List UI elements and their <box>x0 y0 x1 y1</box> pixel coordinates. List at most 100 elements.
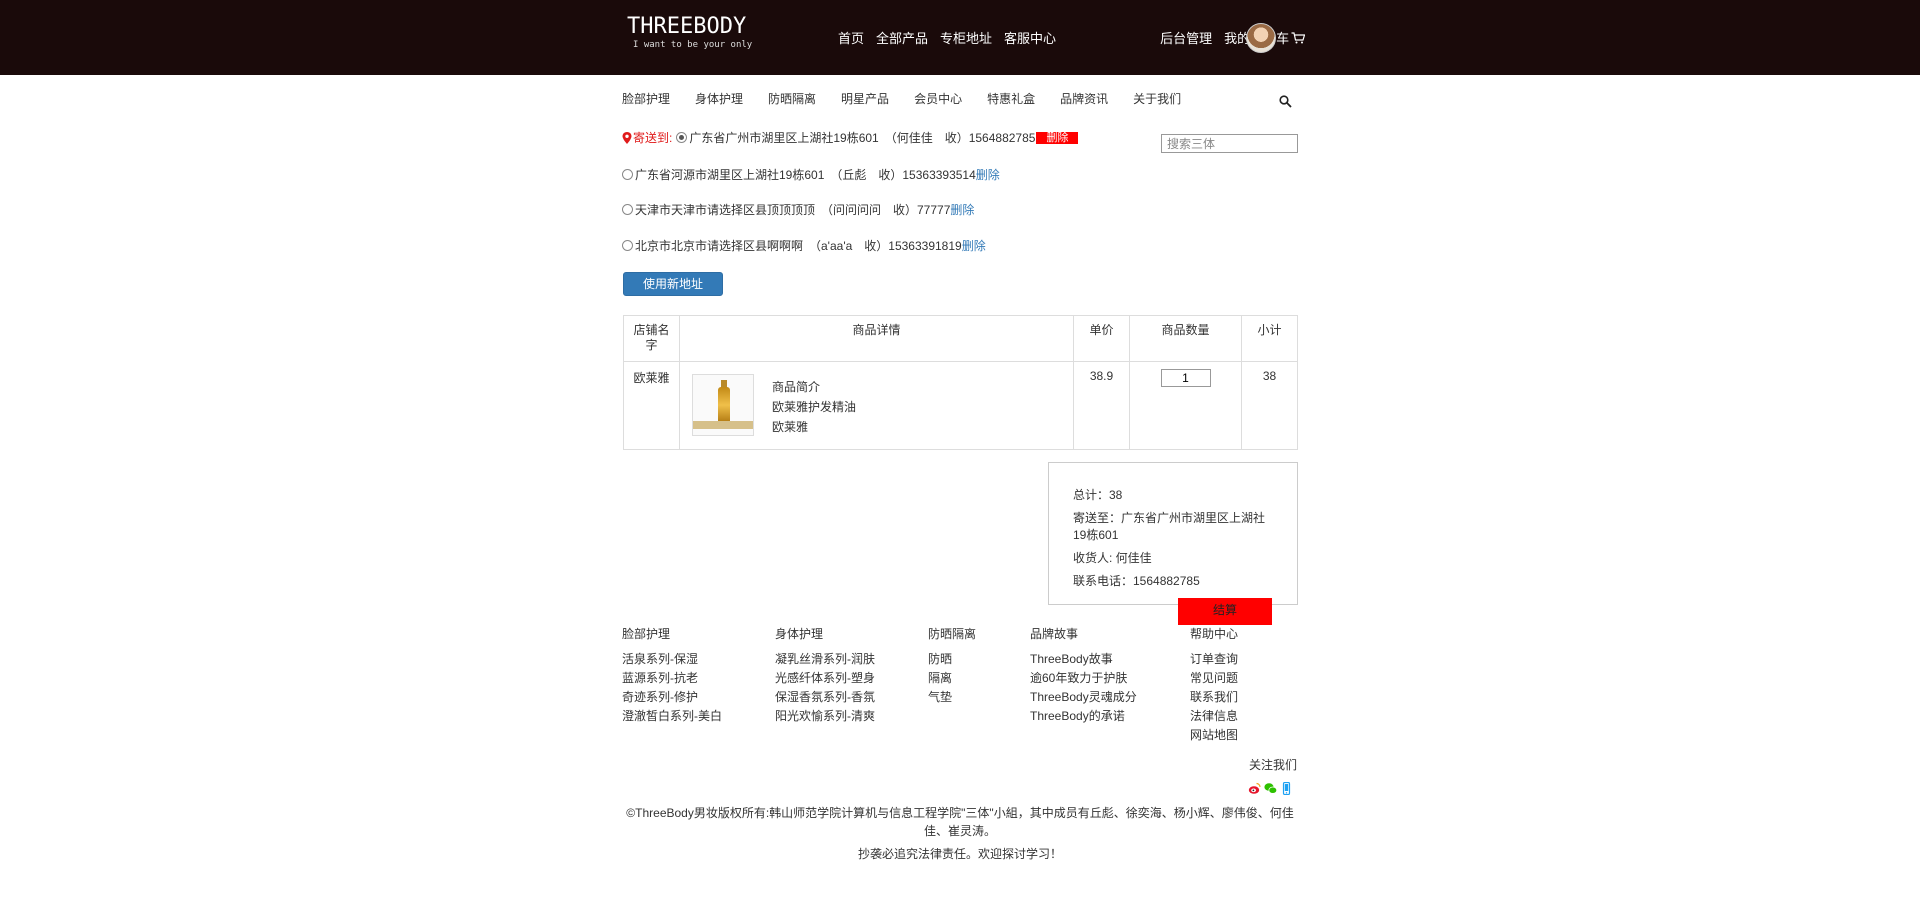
cat-star-products[interactable]: 明星产品 <box>841 90 889 107</box>
footer-link[interactable]: 隔离 <box>928 669 976 688</box>
product-details: 商品简介 欧莱雅护发精油 欧莱雅 <box>679 361 1074 450</box>
footer-column-title: 品牌故事 <box>1030 627 1079 641</box>
footer-column-title: 身体护理 <box>775 627 824 641</box>
footer-link[interactable]: 逾60年致力于护肤 <box>1030 669 1137 688</box>
checkout-button[interactable]: 结算 <box>1178 598 1272 625</box>
wechat-icon[interactable] <box>1264 782 1277 795</box>
mobile-icon[interactable] <box>1280 782 1293 795</box>
footer-link[interactable]: 法律信息 <box>1190 707 1238 726</box>
footer-link[interactable]: ThreeBody故事 <box>1030 650 1137 669</box>
footer-link[interactable]: 防晒 <box>928 650 976 669</box>
top-header: THREEBODY I want to be your only 首页 全部产品… <box>0 0 1920 75</box>
quantity-input[interactable] <box>1160 369 1211 387</box>
col-details: 商品详情 <box>679 315 1074 362</box>
product-intro: 商品简介 <box>772 380 821 394</box>
footer-link[interactable]: 网站地图 <box>1190 726 1238 745</box>
footer-column: 身体护理 凝乳丝滑系列-润肤 光感纤体系列-塑身 保湿香氛系列-香氛 阳光欢愉系… <box>775 625 875 726</box>
subtotal: 38 <box>1241 361 1298 450</box>
product-text: 商品简介 欧莱雅护发精油 欧莱雅 <box>772 377 856 437</box>
product-name[interactable]: 欧莱雅护发精油 <box>772 397 856 417</box>
address-radio[interactable] <box>622 169 633 180</box>
footer-link[interactable]: 奇迹系列-修护 <box>622 688 722 707</box>
footer-column-title: 防晒隔离 <box>928 627 977 641</box>
cat-about-us[interactable]: 关于我们 <box>1133 90 1181 107</box>
footer-link[interactable]: 光感纤体系列-塑身 <box>775 669 875 688</box>
social-icons <box>1248 782 1296 795</box>
cart-icon <box>1291 31 1306 43</box>
col-price: 单价 <box>1073 315 1130 362</box>
category-nav: 脸部护理 身体护理 防晒隔离 明星产品 会员中心 特惠礼盒 品牌资讯 关于我们 <box>622 90 1206 107</box>
cat-brand-news[interactable]: 品牌资讯 <box>1060 90 1108 107</box>
footer-link[interactable]: 联系我们 <box>1190 688 1238 707</box>
nav-all-products[interactable]: 全部产品 <box>876 28 928 47</box>
ship-to-label: 寄送到: <box>622 129 672 146</box>
nav-store-address[interactable]: 专柜地址 <box>940 28 992 47</box>
logo-slogan: I want to be your only <box>633 40 753 50</box>
use-new-address-button[interactable]: 使用新地址 <box>623 272 723 296</box>
logo[interactable]: THREEBODY I want to be your only <box>627 15 752 51</box>
address-row[interactable]: 广东省河源市湖里区上湖社19栋601 （丘彪 收）15363393514 删除 <box>622 166 1000 183</box>
copyright-text: ©ThreeBody男妆版权所有:韩山师范学院计算机与信息工程学院"三体"小組，… <box>626 806 1294 838</box>
footer-link[interactable]: 澄澈皙白系列-美白 <box>622 707 722 726</box>
avatar[interactable] <box>1246 23 1276 53</box>
col-quantity: 商品数量 <box>1129 315 1242 362</box>
cat-face-care[interactable]: 脸部护理 <box>622 90 670 107</box>
weibo-icon[interactable] <box>1248 782 1261 795</box>
address-radio[interactable] <box>622 204 633 215</box>
delete-address-link[interactable]: 删除 <box>950 201 974 218</box>
ship-to-text: 寄送到: <box>633 131 673 145</box>
col-subtotal: 小计 <box>1241 315 1298 362</box>
footer-link[interactable]: 蓝源系列-抗老 <box>622 669 722 688</box>
address-text: 北京市北京市请选择区县啊啊啊 （a'aa'a 收）15363391819 <box>635 239 962 253</box>
footer-column-title: 脸部护理 <box>622 627 671 641</box>
nav-spacer <box>1068 28 1148 47</box>
order-summary: 总计：38 寄送至：广东省广州市湖里区上湖社19栋601 收货人: 何佳佳 联系… <box>1048 462 1298 605</box>
search-icon[interactable] <box>1279 95 1292 108</box>
shop-name: 欧莱雅 <box>623 361 680 450</box>
cat-member-center[interactable]: 会员中心 <box>914 90 962 107</box>
address-row[interactable]: 北京市北京市请选择区县啊啊啊 （a'aa'a 收）15363391819 删除 <box>622 237 986 254</box>
address-row[interactable]: 天津市天津市请选择区县顶顶顶顶 （问问问问 收）77777 删除 <box>622 201 974 218</box>
footer-link[interactable]: ThreeBody灵魂成分 <box>1030 688 1137 707</box>
legal-notice: 抄袭必追究法律责任。欢迎探讨学习！ <box>857 847 1062 861</box>
footer-link[interactable]: 保湿香氛系列-香氛 <box>775 688 875 707</box>
address-text: 天津市天津市请选择区县顶顶顶顶 （问问问问 收）77777 <box>635 203 951 217</box>
follow-us: 关注我们 <box>1249 758 1298 772</box>
summary-total: 总计：38 <box>1073 488 1123 502</box>
cat-gift-box[interactable]: 特惠礼盒 <box>987 90 1035 107</box>
nav-customer-service[interactable]: 客服中心 <box>1004 28 1056 47</box>
summary-receiver: 收货人: 何佳佳 <box>1073 551 1152 565</box>
nav-home[interactable]: 首页 <box>838 28 864 47</box>
cat-sunscreen[interactable]: 防晒隔离 <box>768 90 816 107</box>
logo-title: THREEBODY <box>627 14 747 39</box>
product-brand: 欧莱雅 <box>772 420 809 434</box>
delete-address-link[interactable]: 删除 <box>976 166 1000 183</box>
search-input[interactable] <box>1161 134 1298 153</box>
footer-column: 脸部护理 活泉系列-保湿 蓝源系列-抗老 奇迹系列-修护 澄澈皙白系列-美白 <box>622 625 722 726</box>
footer-link[interactable]: 阳光欢愉系列-清爽 <box>775 707 875 726</box>
address-radio[interactable] <box>622 240 633 251</box>
footer-column: 品牌故事 ThreeBody故事 逾60年致力于护肤 ThreeBody灵魂成分… <box>1030 625 1137 726</box>
summary-phone: 联系电话：1564882785 <box>1073 574 1200 588</box>
product-image[interactable] <box>692 374 754 436</box>
table-row: 欧莱雅 商品简介 欧莱雅护发精油 欧莱雅 38.9 38 <box>623 361 1298 450</box>
address-text: 广东省河源市湖里区上湖社19栋601 （丘彪 收）15363393514 <box>635 168 976 182</box>
footer-link[interactable]: 凝乳丝滑系列-润肤 <box>775 650 875 669</box>
cat-body-care[interactable]: 身体护理 <box>695 90 743 107</box>
delete-address-link[interactable]: 删除 <box>962 237 986 254</box>
unit-price: 38.9 <box>1073 361 1130 450</box>
footer-link[interactable]: 订单查询 <box>1190 650 1238 669</box>
cart-table: 店铺名字 商品详情 单价 商品数量 小计 欧莱雅 商品简介 欧莱雅护发精油 欧莱… <box>623 315 1298 450</box>
address-row[interactable]: 寄送到: 广东省广州市湖里区上湖社19栋601 （何佳佳 收）156488278… <box>622 129 1079 146</box>
footer-link[interactable]: ThreeBody的承诺 <box>1030 707 1137 726</box>
delete-address-badge[interactable]: 删除 <box>1036 131 1079 144</box>
table-header-row: 店铺名字 商品详情 单价 商品数量 小计 <box>623 315 1298 362</box>
footer-link[interactable]: 常见问题 <box>1190 669 1238 688</box>
address-radio[interactable] <box>676 132 688 143</box>
footer-link[interactable]: 气垫 <box>928 688 976 707</box>
footer-column-title: 帮助中心 <box>1190 627 1239 641</box>
location-pin-icon <box>622 131 632 144</box>
footer-link[interactable]: 活泉系列-保湿 <box>622 650 722 669</box>
footer-column: 防晒隔离 防晒 隔离 气垫 <box>928 625 976 707</box>
nav-admin[interactable]: 后台管理 <box>1160 28 1212 47</box>
